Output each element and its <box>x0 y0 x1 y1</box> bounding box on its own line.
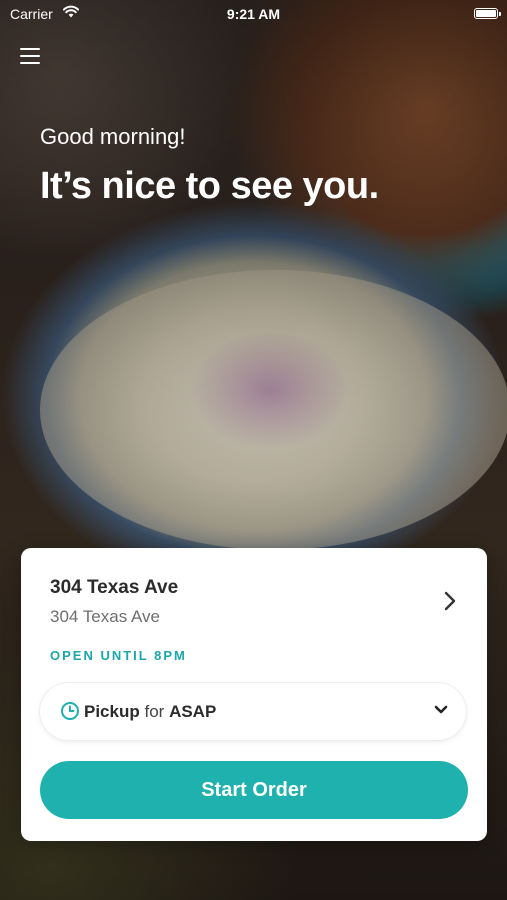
greeting-text: Good morning! <box>40 124 186 149</box>
location-address: 304 Texas Ave <box>50 607 160 626</box>
order-mode-connector: for <box>144 702 165 721</box>
battery-icon <box>474 8 501 19</box>
hours-status: OPEN UNTIL 8PM <box>50 648 187 663</box>
location-name: 304 Texas Ave <box>50 577 179 598</box>
chevron-right-icon <box>444 591 456 611</box>
clock-time: 9:21 AM <box>226 6 281 22</box>
location-card: 304 Texas Ave 304 Texas Ave OPEN UNTIL 8… <box>21 548 487 841</box>
order-mode-selector[interactable]: Pickup for ASAP <box>40 683 466 740</box>
order-mode-type: Pickup <box>84 702 140 721</box>
location-row[interactable]: 304 Texas Ave 304 Texas Ave <box>21 548 487 638</box>
hamburger-menu-icon[interactable] <box>20 48 40 66</box>
order-mode-timing: ASAP <box>169 702 217 721</box>
welcome-headline: It’s nice to see you. <box>40 165 379 207</box>
clock-icon <box>61 702 79 720</box>
order-mode-label: Pickup for ASAP <box>84 702 216 722</box>
start-order-button[interactable]: Start Order <box>40 761 468 819</box>
chevron-down-icon <box>434 705 448 714</box>
status-bar: Carrier 9:21 AM <box>0 0 507 28</box>
